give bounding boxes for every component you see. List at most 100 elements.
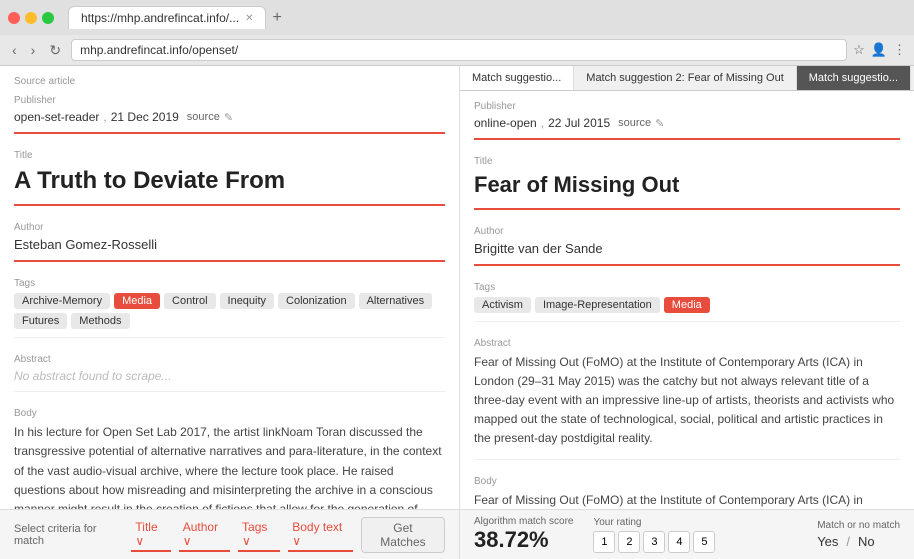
left-bottom: Select criteria for match Title ∨ Author… <box>0 509 460 559</box>
publisher-comma: , <box>103 110 106 124</box>
profile-icon[interactable]: 👤 <box>871 42 887 58</box>
forward-button[interactable]: › <box>27 40 40 60</box>
right-panel: Match suggestio... Match suggestion 2: F… <box>460 66 914 509</box>
browser-titlebar: https://mhp.andrefincat.info/... ✕ + <box>0 0 914 35</box>
yes-button[interactable]: Yes <box>817 534 838 549</box>
tag-item[interactable]: Alternatives <box>359 293 432 309</box>
tab-bar: https://mhp.andrefincat.info/... ✕ + <box>60 6 290 29</box>
publisher-comma-right: , <box>541 116 544 130</box>
publisher-name-right: online-open <box>474 116 537 130</box>
edit-icon-right[interactable]: ✎ <box>655 117 664 130</box>
title-section-left: Title A Truth to Deviate From <box>14 132 445 196</box>
tag-item[interactable]: Activism <box>474 297 531 313</box>
algorithm-score-section: Algorithm match score 38.72% <box>474 516 573 553</box>
rating-button-5[interactable]: 5 <box>693 531 715 553</box>
app-wrapper: https://mhp.andrefincat.info/... ✕ + ‹ ›… <box>0 0 914 559</box>
browser-tab[interactable]: https://mhp.andrefincat.info/... ✕ <box>68 6 266 29</box>
minimize-button[interactable] <box>25 12 37 24</box>
rating-label: Your rating <box>593 517 715 528</box>
criteria-body-text[interactable]: Body text ∨ <box>288 518 353 552</box>
tags-container-left: Archive-MemoryMediaControl InequityColoni… <box>14 293 445 329</box>
rating-button-4[interactable]: 4 <box>668 531 690 553</box>
tag-item[interactable]: Archive-Memory <box>14 293 110 309</box>
publisher-source-link-right[interactable]: source <box>618 117 651 129</box>
tag-item[interactable]: Inequity <box>220 293 275 309</box>
publisher-label-left: Publisher <box>14 95 445 106</box>
rating-section: Your rating 12345 <box>593 517 715 553</box>
author-section-right: Author Brigitte van der Sande <box>474 208 900 256</box>
rating-button-1[interactable]: 1 <box>593 531 615 553</box>
browser-icons: ☆ 👤 ⋮ <box>853 42 906 58</box>
abstract-text-right: Fear of Missing Out (FoMO) at the Instit… <box>474 353 900 449</box>
maximize-button[interactable] <box>42 12 54 24</box>
separator: / <box>846 534 850 549</box>
bookmark-icon[interactable]: ☆ <box>853 42 865 58</box>
refresh-button[interactable]: ↻ <box>45 40 65 61</box>
back-button[interactable]: ‹ <box>8 40 21 60</box>
menu-icon[interactable]: ⋮ <box>893 42 906 58</box>
abstract-section-right: Abstract Fear of Missing Out (FoMO) at t… <box>474 321 900 449</box>
tag-item[interactable]: Media <box>664 297 710 313</box>
new-tab-button[interactable]: + <box>272 9 281 27</box>
bottom-row: Select criteria for match Title ∨ Author… <box>0 509 914 559</box>
tag-item[interactable]: Colonization <box>278 293 355 309</box>
tab-match-2[interactable]: Match suggestion 2: Fear of Missing Out <box>574 66 796 90</box>
tag-item[interactable]: Image-Representation <box>535 297 660 313</box>
criteria-tags[interactable]: Tags ∨ <box>238 518 280 552</box>
publisher-date-left: 21 Dec 2019 <box>111 110 179 124</box>
match-no-match-section: Match or no match Yes / No <box>817 520 900 549</box>
publisher-source-link-left[interactable]: source <box>187 111 220 123</box>
tag-item[interactable]: Media <box>114 293 160 309</box>
traffic-lights <box>8 12 54 24</box>
rating-button-2[interactable]: 2 <box>618 531 640 553</box>
title-label-right: Title <box>474 156 900 167</box>
close-button[interactable] <box>8 12 20 24</box>
body-label-right: Body <box>474 476 900 487</box>
article-title-left: A Truth to Deviate From <box>14 165 445 196</box>
algorithm-label: Algorithm match score <box>474 516 573 527</box>
right-tabs-bar: Match suggestio... Match suggestion 2: F… <box>460 66 914 91</box>
body-text-right: Fear of Missing Out (FoMO) at the Instit… <box>474 491 900 509</box>
tags-section-left: Tags Archive-MemoryMediaControl InequityC… <box>14 260 445 329</box>
left-panel: Source article Publisher open-set-reader… <box>0 66 460 509</box>
author-name-right: Brigitte van der Sande <box>474 241 900 256</box>
tab-close-icon[interactable]: ✕ <box>245 13 253 24</box>
tag-item[interactable]: Control <box>164 293 215 309</box>
tags-label-left: Tags <box>14 278 445 289</box>
tag-item[interactable]: Futures <box>14 313 67 329</box>
rating-buttons: 12345 <box>593 531 715 553</box>
article-title-right: Fear of Missing Out <box>474 171 900 200</box>
abstract-label-left: Abstract <box>14 354 445 365</box>
address-bar: ‹ › ↻ ☆ 👤 ⋮ <box>0 35 914 65</box>
body-section-right: Body Fear of Missing Out (FoMO) at the I… <box>474 459 900 509</box>
address-input[interactable] <box>71 39 847 61</box>
tab-label: https://mhp.andrefincat.info/... <box>81 11 239 25</box>
left-scrollable: Source article Publisher open-set-reader… <box>0 66 459 509</box>
browser-chrome: https://mhp.andrefincat.info/... ✕ + ‹ ›… <box>0 0 914 66</box>
abstract-placeholder-left: No abstract found to scrape... <box>14 369 445 383</box>
criteria-author[interactable]: Author ∨ <box>179 518 230 552</box>
criteria-title[interactable]: Title ∨ <box>131 518 170 552</box>
no-button[interactable]: No <box>858 534 875 549</box>
source-article-label: Source article <box>14 76 445 87</box>
edit-icon-left[interactable]: ✎ <box>224 111 233 124</box>
get-matches-button[interactable]: Get Matches <box>361 517 445 553</box>
tags-container-right: ActivismImage-RepresentationMedia <box>474 297 900 313</box>
body-section-left: Body In his lecture for Open Set Lab 201… <box>14 391 445 509</box>
rating-button-3[interactable]: 3 <box>643 531 665 553</box>
author-label-left: Author <box>14 222 445 233</box>
body-paragraph: In his lecture for Open Set Lab 2017, th… <box>14 423 445 509</box>
right-scrollable: Publisher online-open , 22 Jul 2015 sour… <box>460 91 914 509</box>
tag-item[interactable]: Methods <box>71 313 129 329</box>
criteria-label: Select criteria for match <box>14 523 119 547</box>
match-label: Match or no match <box>817 520 900 531</box>
content-area: Source article Publisher open-set-reader… <box>0 66 914 509</box>
body-paragraph: Fear of Missing Out (FoMO) at the Instit… <box>474 491 900 509</box>
tab-match-1[interactable]: Match suggestio... <box>460 66 574 90</box>
right-bottom: Algorithm match score 38.72% Your rating… <box>460 509 914 559</box>
tab-match-3[interactable]: Match suggestio... <box>797 66 911 90</box>
yes-no-buttons: Yes / No <box>817 534 900 549</box>
abstract-label-right: Abstract <box>474 338 900 349</box>
algorithm-score: 38.72% <box>474 527 573 553</box>
author-section-left: Author Esteban Gomez-Rosselli <box>14 204 445 252</box>
